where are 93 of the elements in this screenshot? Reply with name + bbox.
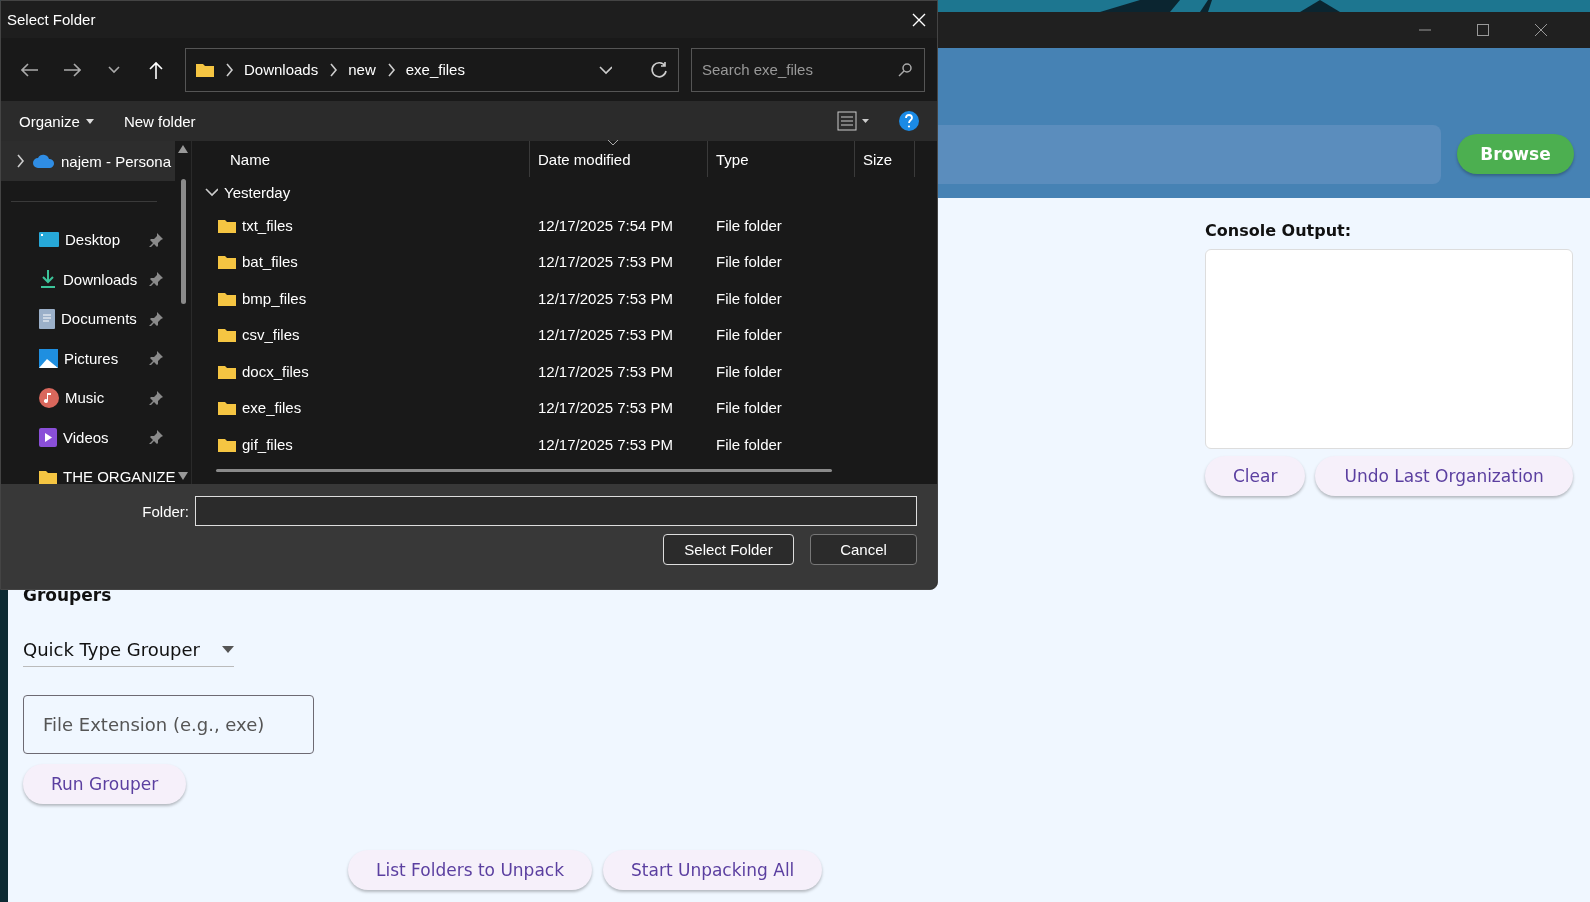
folder-icon	[218, 254, 236, 270]
nav-item[interactable]: Videos	[1, 417, 175, 457]
caret-icon	[222, 646, 234, 653]
sort-icon	[608, 140, 618, 146]
type-cell-text: File folder	[715, 253, 783, 271]
folder-icon	[218, 400, 236, 416]
dialog-button[interactable]: Select Folder	[663, 534, 794, 565]
type-cell-text: File folder	[715, 216, 783, 234]
type-cell-text: File folder	[715, 326, 783, 344]
type-cell-text: File folder	[715, 399, 783, 417]
file-name: bmp_files	[200, 289, 530, 307]
file-row[interactable]: docx_files 12/17/2025 7:53 PM File folder	[200, 353, 937, 390]
date-cell-text: 12/17/2025 7:53 PM	[537, 435, 675, 453]
picture-icon	[39, 348, 58, 368]
extension-field[interactable]: File Extension (e.g., exe)	[23, 695, 314, 754]
date-cell-text: 12/17/2025 7:54 PM	[537, 216, 675, 234]
nav-item[interactable]: Desktop	[1, 220, 175, 260]
new-folder-button[interactable]: New folder	[123, 112, 196, 130]
file-name: gif_files	[200, 435, 530, 453]
cloud-icon	[33, 154, 55, 168]
scroll-up-icon[interactable]	[178, 145, 188, 153]
console-label: Console Output:	[1205, 221, 1353, 240]
folder-icon	[218, 217, 236, 233]
date-cell-text: 12/17/2025 7:53 PM	[537, 399, 675, 417]
folder-icon	[218, 436, 236, 452]
back-arrow-icon	[21, 62, 39, 77]
up-arrow-icon	[149, 60, 163, 79]
type-cell-text: File folder	[715, 362, 783, 380]
scrollbar[interactable]	[216, 468, 832, 472]
organize-menu[interactable]: Organize	[19, 112, 94, 130]
date-cell-text: 12/17/2025 7:53 PM	[537, 326, 675, 344]
refresh-icon	[650, 60, 668, 79]
folder-icon	[218, 363, 236, 379]
date-cell-text: 12/17/2025 7:53 PM	[537, 289, 675, 307]
folder-icon	[196, 62, 214, 77]
file-row[interactable]: gif_files 12/17/2025 7:53 PM File folder	[200, 426, 937, 463]
download-icon	[39, 270, 57, 289]
console-button[interactable]: Clear	[1205, 456, 1306, 496]
document-icon	[39, 308, 55, 329]
file-row[interactable]: exe_files 12/17/2025 7:53 PM File folder	[200, 389, 937, 426]
run-grouper-button[interactable]: Run Grouper	[23, 764, 187, 804]
breadcrumb[interactable]: new	[348, 61, 376, 78]
file-name: bat_files	[200, 253, 530, 271]
dialog-title: Select Folder	[7, 11, 96, 28]
search-field[interactable]: Search exe_files	[691, 47, 925, 92]
nav-item[interactable]: Music	[1, 378, 175, 418]
scroll-down-icon[interactable]	[178, 472, 188, 480]
forward-arrow-icon	[63, 62, 81, 77]
file-row[interactable]: txt_files 12/17/2025 7:54 PM File folder	[200, 207, 937, 244]
folder-icon	[218, 290, 236, 306]
column-header[interactable]: Size	[855, 141, 915, 177]
address-bar[interactable]: Downloads new exe_files	[185, 47, 679, 92]
desktop-icon	[39, 231, 59, 248]
file-row[interactable]: bat_files 12/17/2025 7:53 PM File folder	[200, 243, 937, 280]
music-icon	[39, 387, 59, 408]
file-name: docx_files	[200, 362, 530, 380]
help-icon	[899, 111, 919, 131]
file-name: exe_files	[200, 399, 530, 417]
search-icon	[898, 62, 912, 77]
close-icon	[911, 11, 927, 28]
column-header[interactable]: Name	[200, 141, 530, 177]
console-button[interactable]: Undo Last Organization	[1315, 456, 1573, 496]
dialog-button[interactable]: Cancel	[810, 534, 917, 565]
close-icon	[1534, 23, 1548, 37]
breadcrumb[interactable]: Downloads	[244, 61, 319, 78]
folder-field[interactable]	[195, 496, 917, 526]
file-row[interactable]: csv_files 12/17/2025 7:53 PM File folder	[200, 316, 937, 353]
column-header[interactable]: Type	[708, 141, 855, 177]
grouper-dropdown[interactable]: Quick Type Grouper	[23, 639, 234, 667]
folder-label: Folder:	[142, 502, 189, 520]
type-cell-text: File folder	[715, 435, 783, 453]
file-name: txt_files	[200, 216, 530, 234]
breadcrumb[interactable]: exe_files	[405, 61, 465, 78]
folder-icon	[218, 327, 236, 343]
date-cell-text: 12/17/2025 7:53 PM	[537, 253, 675, 271]
nav-item[interactable]: Pictures	[1, 338, 175, 378]
type-cell-text: File folder	[715, 289, 783, 307]
file-name: csv_files	[200, 326, 530, 344]
video-icon	[39, 427, 57, 447]
date-cell-text: 12/17/2025 7:53 PM	[537, 362, 675, 380]
chevron-icon	[108, 65, 120, 74]
section-heading: Groupers	[23, 585, 113, 607]
unpack-button[interactable]: List Folders to Unpack	[348, 850, 592, 890]
nav-item[interactable]: najem - Persona	[1, 141, 175, 181]
unpack-button[interactable]: Start Unpacking All	[603, 850, 823, 890]
file-row[interactable]: bmp_files 12/17/2025 7:53 PM File folder	[200, 280, 937, 317]
nav-item[interactable]: Documents	[1, 299, 175, 339]
nav-item[interactable]: Downloads	[1, 259, 175, 299]
group-header[interactable]: Yesterday	[200, 177, 937, 207]
view-menu-icon	[837, 111, 869, 131]
column-header[interactable]: Date modified	[530, 141, 708, 177]
nav-item[interactable]: THE ORGANIZE	[1, 457, 175, 484]
maximize-icon	[1476, 23, 1490, 37]
